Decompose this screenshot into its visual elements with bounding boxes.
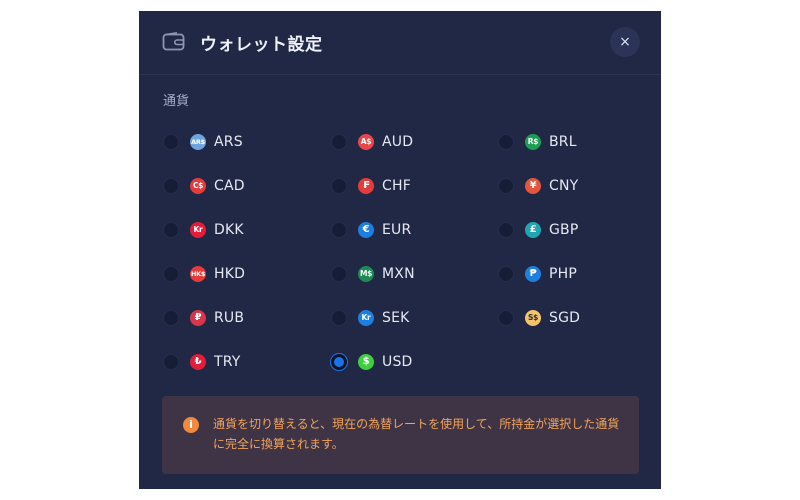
currency-radio[interactable]: [498, 178, 514, 194]
currency-code: DKK: [214, 222, 244, 238]
currency-option-cad[interactable]: C$ CAD: [163, 175, 245, 197]
currency-code: AUD: [382, 134, 414, 150]
currency-option-chf[interactable]: ₣ CHF: [331, 175, 411, 197]
currency-code: PHP: [549, 266, 578, 282]
notice-text: 通貨を切り替えると、現在の為替レートを使用して、所持金が選択した通貨に完全に換算…: [213, 417, 620, 451]
currency-symbol-icon: ₽: [190, 310, 206, 326]
currency-symbol-icon: HK$: [190, 266, 206, 282]
currency-option-brl[interactable]: R$ BRL: [498, 131, 577, 153]
currency-option-gbp[interactable]: £ GBP: [498, 219, 579, 241]
currency-symbol-icon: C$: [190, 178, 206, 194]
currency-symbol-icon: £: [525, 222, 541, 238]
currency-code: EUR: [382, 222, 412, 238]
currency-option-dkk[interactable]: Kr DKK: [163, 219, 244, 241]
currency-radio[interactable]: [163, 310, 179, 326]
close-button[interactable]: ×: [610, 27, 640, 57]
currency-radio[interactable]: [331, 134, 347, 150]
wallet-icon: [162, 32, 186, 52]
currency-symbol-icon: AR$: [190, 134, 206, 150]
currency-radio[interactable]: [498, 134, 514, 150]
currency-code: CNY: [549, 178, 579, 194]
currency-radio[interactable]: [163, 178, 179, 194]
currency-option-sgd[interactable]: S$ SGD: [498, 307, 580, 329]
currency-option-rub[interactable]: ₽ RUB: [163, 307, 244, 329]
currency-radio[interactable]: [498, 266, 514, 282]
modal-title: ウォレット設定: [200, 35, 323, 55]
currency-code: CAD: [214, 178, 245, 194]
currency-symbol-icon: €: [358, 222, 374, 238]
currency-option-php[interactable]: ₱ PHP: [498, 263, 577, 285]
currency-option-sek[interactable]: Kr SEK: [331, 307, 410, 329]
currency-radio[interactable]: [331, 222, 347, 238]
currency-symbol-icon: ₱: [525, 266, 541, 282]
info-notice: i 通貨を切り替えると、現在の為替レートを使用して、所持金が選択した通貨に完全に…: [162, 396, 639, 474]
currency-symbol-icon: A$: [358, 134, 374, 150]
currency-radio[interactable]: [498, 222, 514, 238]
currency-symbol-icon: Kr: [358, 310, 374, 326]
currency-radio[interactable]: [498, 310, 514, 326]
currency-code: HKD: [214, 266, 246, 282]
currency-code: MXN: [382, 266, 415, 282]
currency-option-ars[interactable]: AR$ ARS: [163, 131, 243, 153]
info-icon: i: [183, 417, 199, 433]
currency-radio[interactable]: [163, 222, 179, 238]
currency-code: BRL: [549, 134, 577, 150]
currency-radio[interactable]: [331, 178, 347, 194]
currency-symbol-icon: ₣: [358, 178, 374, 194]
currency-code: TRY: [214, 354, 241, 370]
currency-radio[interactable]: [163, 134, 179, 150]
currency-code: USD: [382, 354, 413, 370]
wallet-settings-modal: ウォレット設定 × 通貨 AR$ ARS A$ AUD R$ BRL C$ CAD ₣ CHF ¥ C…: [139, 11, 661, 489]
currency-option-try[interactable]: ₺ TRY: [163, 351, 241, 373]
currency-symbol-icon: R$: [525, 134, 541, 150]
currency-code: ARS: [214, 134, 243, 150]
currency-symbol-icon: Kr: [190, 222, 206, 238]
currency-section-label: 通貨: [163, 94, 190, 109]
currency-code: CHF: [382, 178, 411, 194]
currency-option-eur[interactable]: € EUR: [331, 219, 411, 241]
currency-radio[interactable]: [331, 310, 347, 326]
currency-option-mxn[interactable]: M$ MXN: [331, 263, 415, 285]
currency-radio[interactable]: [331, 266, 347, 282]
currency-radio[interactable]: [331, 354, 347, 370]
currency-symbol-icon: M$: [358, 266, 374, 282]
currency-code: GBP: [549, 222, 579, 238]
currency-code: SGD: [549, 310, 581, 326]
currency-option-hkd[interactable]: HK$ HKD: [163, 263, 245, 285]
modal-header: ウォレット設定 ×: [139, 11, 661, 75]
currency-symbol-icon: $: [358, 354, 374, 370]
currency-radio[interactable]: [163, 354, 179, 370]
currency-code: SEK: [382, 310, 410, 326]
currency-symbol-icon: ¥: [525, 178, 541, 194]
currency-option-aud[interactable]: A$ AUD: [331, 131, 413, 153]
currency-radio[interactable]: [163, 266, 179, 282]
currency-option-cny[interactable]: ¥ CNY: [498, 175, 578, 197]
currency-option-usd[interactable]: $ USD: [331, 351, 413, 373]
currency-code: RUB: [214, 310, 245, 326]
currency-symbol-icon: ₺: [190, 354, 206, 370]
currency-symbol-icon: S$: [525, 310, 541, 326]
